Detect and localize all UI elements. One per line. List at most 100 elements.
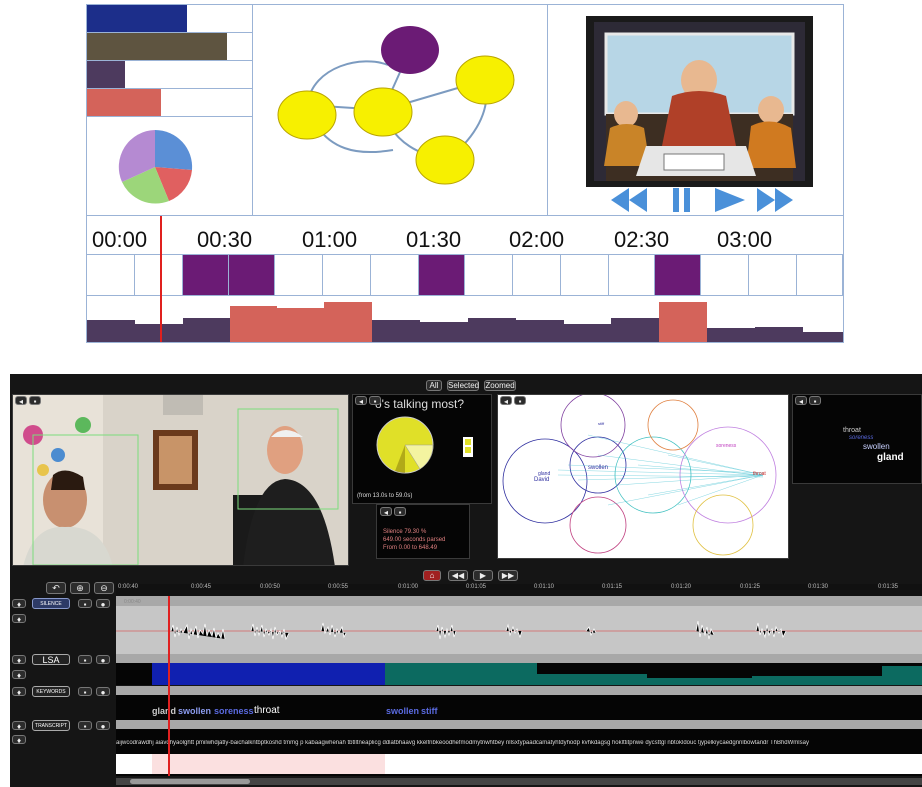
keyword-swollen-2: swollen xyxy=(386,706,420,716)
track-label-lsa[interactable]: LSA xyxy=(32,654,70,665)
track-visibility-button[interactable]: ● xyxy=(96,687,110,697)
concept-figure: 00:00 00:30 01:00 01:30 02:00 02:30 03:0… xyxy=(86,4,844,343)
video-frame xyxy=(13,395,348,565)
tab-selected[interactable]: Selected xyxy=(447,380,479,391)
playhead[interactable] xyxy=(160,216,162,342)
timeline-label: 02:00 xyxy=(509,227,565,252)
zoom-out-button[interactable]: ⊖ xyxy=(94,582,114,594)
zoom-in-button[interactable]: ⊕ xyxy=(70,582,90,594)
keyword-cloud-panel: throat soreness swollen gland xyxy=(792,394,922,484)
cloud-word-soreness: soreness xyxy=(849,435,874,441)
lsa-segment-teal xyxy=(647,678,752,685)
transcript-track: aijwcodrawdhj aiavdhyaolghtt pmilwhdjatl… xyxy=(116,720,922,776)
scrollbar-thumb[interactable] xyxy=(130,779,250,784)
speaker-pie-panel: o's talking most? (from 13.0s to 59.0s) xyxy=(352,394,492,504)
stats-menu-button[interactable]: ◂ xyxy=(380,507,392,517)
waveform: 0:00:40 xyxy=(116,599,922,641)
pie-legend xyxy=(463,437,473,457)
lsa-segment-teal xyxy=(752,676,882,685)
ruler-tick: 0:01:10 xyxy=(534,584,555,590)
topic-network-panel: gland swollen David throat soreness stif… xyxy=(497,392,789,559)
ruler-tick: 0:00:45 xyxy=(191,584,212,590)
network-graph xyxy=(277,26,515,185)
svg-text:0:00:40: 0:00:40 xyxy=(124,599,141,605)
track-settings-button[interactable]: ▪ xyxy=(78,721,92,731)
cloud-options-button[interactable]: ▪ xyxy=(809,396,821,406)
track-label-silence[interactable]: SILENCE xyxy=(32,598,70,609)
stats-options-button[interactable]: ▪ xyxy=(394,507,406,517)
segment-purple xyxy=(183,255,229,295)
track-label-keywords[interactable]: KEYWORDS xyxy=(32,686,70,697)
horizontal-scrollbar[interactable] xyxy=(116,778,922,785)
keyword-soreness: soreness xyxy=(214,706,254,716)
network-options-button[interactable]: ▪ xyxy=(514,396,526,406)
ruler-tick: 0:00:50 xyxy=(260,584,281,590)
speaker-pie xyxy=(376,416,434,474)
track-collapse-button[interactable]: ♦ xyxy=(12,599,26,609)
ruler-tick: 0:01:20 xyxy=(671,584,692,590)
timeline-label: 03:00 xyxy=(717,227,773,252)
bar-panel xyxy=(87,5,252,117)
reset-zoom-button[interactable]: ↶ xyxy=(46,582,66,594)
track-settings-button[interactable]: ▪ xyxy=(78,687,92,697)
video-options-button[interactable]: ▪ xyxy=(29,396,41,406)
time-ruler: 0:00:40 0:00:45 0:00:50 0:00:55 0:01:00 … xyxy=(116,584,922,596)
track-settings-button[interactable]: ▪ xyxy=(78,599,92,609)
network-word-throat: throat xyxy=(753,471,766,477)
timeline-playhead[interactable] xyxy=(168,596,170,776)
track-add-button[interactable]: ♦ xyxy=(12,614,26,624)
timeline-label: 00:30 xyxy=(197,227,253,252)
cloud-word-swollen: swollen xyxy=(863,442,890,451)
network-word-swollen: swollen xyxy=(588,465,608,471)
pie-caption: (from 13.0s to 59.0s) xyxy=(357,493,413,499)
ruler-tick: 0:01:25 xyxy=(740,584,761,590)
play-button[interactable]: ▶ xyxy=(473,570,493,581)
tab-all[interactable]: All xyxy=(426,380,442,391)
silence-percent: Silence 79.30 % xyxy=(383,529,427,535)
track-collapse-button[interactable]: ♦ xyxy=(12,655,26,665)
transcript-text: aijwcodrawdhj aiavdhyaolghtt pmilwhdjatl… xyxy=(116,740,809,746)
bar-olive xyxy=(87,33,227,60)
home-button[interactable]: ⌂ xyxy=(423,570,441,581)
rewind-button[interactable]: ◀◀ xyxy=(448,570,468,581)
lsa-track xyxy=(116,654,922,685)
network-menu-button[interactable]: ◂ xyxy=(500,396,512,406)
segment-purple xyxy=(655,255,701,295)
network-word-david: David xyxy=(534,477,549,483)
track-visibility-button[interactable]: ● xyxy=(96,721,110,731)
bar-salmon xyxy=(87,89,161,116)
ruler-tick: 0:01:00 xyxy=(398,584,419,590)
rewind-icon[interactable] xyxy=(609,185,649,215)
pause-icon[interactable] xyxy=(670,185,694,215)
silence-parsed: 649.00 seconds parsed xyxy=(383,537,446,543)
network-word-soreness: soreness xyxy=(716,443,737,449)
track-add-button[interactable]: ♦ xyxy=(12,735,26,745)
track-settings-button[interactable]: ▪ xyxy=(78,655,92,665)
track-label-transcript[interactable]: TRANSCRIPT xyxy=(32,720,70,731)
pie-menu-button[interactable]: ◂ xyxy=(355,396,367,406)
fast-forward-icon[interactable] xyxy=(755,185,795,215)
video-menu-button[interactable]: ◂ xyxy=(15,396,27,406)
keyword-swollen: swollen xyxy=(178,706,212,716)
ruler-tick: 0:01:15 xyxy=(602,584,623,590)
timeline-label: 01:30 xyxy=(406,227,462,252)
analysis-app: All Selected Zoomed ◂ ▪ o's talking most… xyxy=(10,374,922,787)
track-add-button[interactable]: ♦ xyxy=(12,670,26,680)
ruler-tick: 0:01:05 xyxy=(466,584,487,590)
bar-navy xyxy=(87,5,187,32)
ruler-tick: 0:00:40 xyxy=(118,584,139,590)
ruler-tick: 0:00:55 xyxy=(328,584,349,590)
track-visibility-button[interactable]: ● xyxy=(96,599,110,609)
pie-options-button[interactable]: ▪ xyxy=(369,396,381,406)
play-icon[interactable] xyxy=(713,185,747,215)
timeline-label: 02:30 xyxy=(614,227,670,252)
tab-zoomed[interactable]: Zoomed xyxy=(484,380,516,391)
fast-forward-button[interactable]: ▶▶ xyxy=(498,570,518,581)
track-collapse-button[interactable]: ♦ xyxy=(12,721,26,731)
waveform-track: 0:00:40 xyxy=(116,596,922,656)
track-collapse-button[interactable]: ♦ xyxy=(12,687,26,697)
track-visibility-button[interactable]: ● xyxy=(96,655,110,665)
bar-plum xyxy=(87,61,125,88)
cloud-menu-button[interactable]: ◂ xyxy=(795,396,807,406)
cloud-word-throat: throat xyxy=(843,427,861,434)
